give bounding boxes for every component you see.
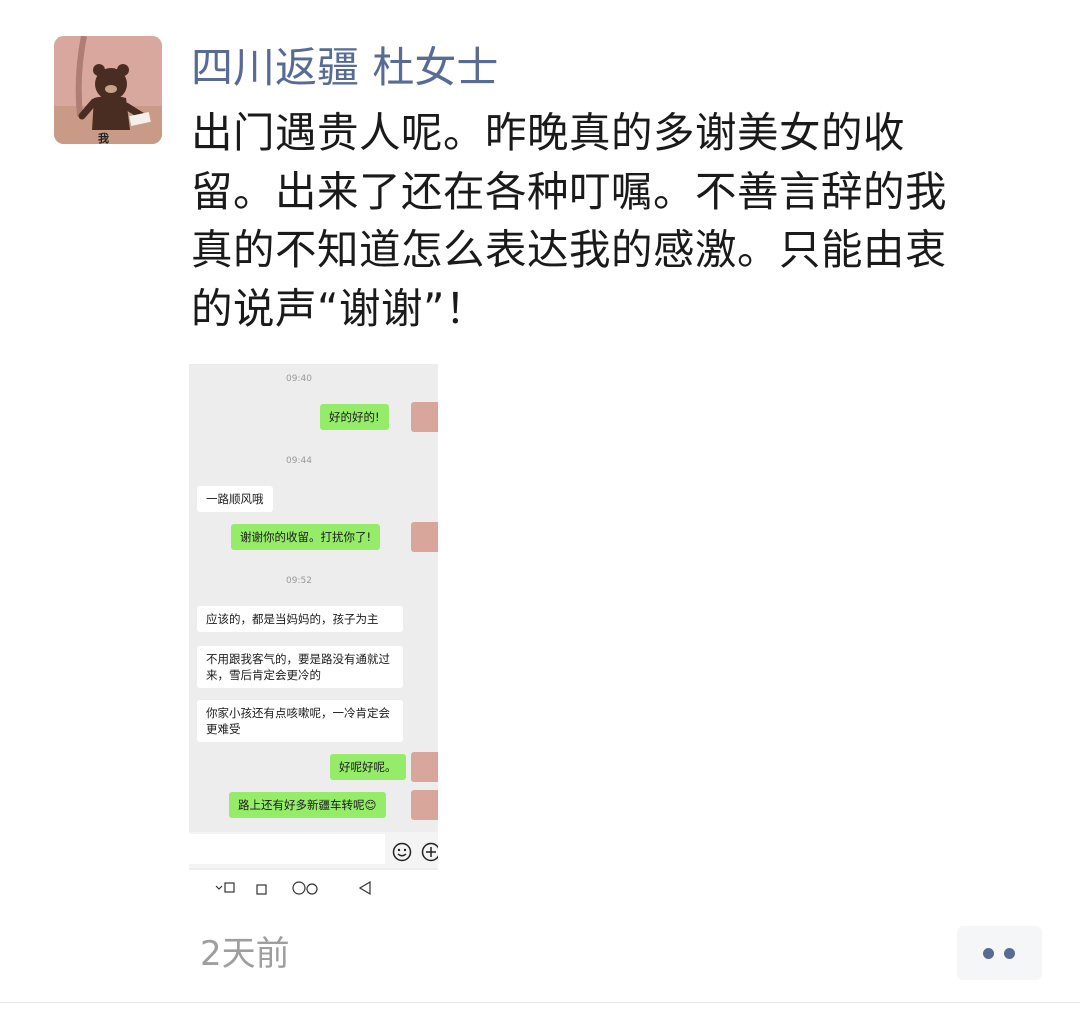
more-actions-button[interactable] — [957, 926, 1042, 980]
chat-bubble-in: 你家小孩还有点咳嗽呢，一冷肯定会更难受 — [197, 700, 403, 742]
chat-bubble-in: 不用跟我客气的，要是路没有通就过来，雪后肯定会更冷的 — [197, 646, 403, 688]
recent-nav-icon — [215, 882, 235, 893]
chat-bubble-out: 谢谢你的收留。打扰你了! — [231, 524, 381, 550]
square-nav-icon — [256, 884, 267, 895]
back-nav-icon — [358, 880, 371, 896]
chat-avatar — [411, 522, 438, 552]
chat-avatar — [411, 402, 438, 432]
chat-input-field — [189, 834, 385, 864]
author-name[interactable]: 四川返疆 杜女士 — [191, 38, 498, 98]
bear-avatar-icon — [54, 36, 162, 144]
post-text-line: 留。出来了还在各种叮嘱。不善言辞的我 — [191, 166, 948, 216]
post-time: 2天前 — [200, 934, 290, 974]
post-text-line: 真的不知道怎么表达我的感激。只能由衷 — [191, 225, 948, 274]
chat-timestamp: 09:52 — [286, 576, 312, 586]
post-text-line: 出门遇贵人呢。昨晚真的多谢美女的收 — [191, 108, 906, 157]
post-text: 出门遇贵人呢。昨晚真的多谢美女的收 留。出来了还在各种叮嘱。不善言辞的我 真的不… — [191, 104, 1031, 338]
plus-icon — [421, 842, 438, 862]
chat-bubble-out: 路上还有好多新疆车转呢😊 — [229, 792, 386, 818]
chat-screenshot-image[interactable]: 09:40 好的好的! 09:44 一路顺风哦 谢谢你的收留。打扰你了! 09:… — [189, 364, 438, 904]
home-nav-icon — [292, 881, 318, 895]
author-avatar[interactable]: 我 — [54, 36, 162, 144]
chat-timestamp: 09:40 — [286, 374, 312, 384]
chat-avatar — [411, 790, 438, 820]
chat-bubble-out: 好的好的! — [320, 404, 389, 430]
avatar-caption: 我 — [98, 132, 109, 144]
chat-bubble-in: 一路顺风哦 — [197, 486, 273, 512]
chat-timestamp: 09:44 — [286, 456, 312, 466]
post-text-line: 的说声“谢谢”！ — [191, 283, 488, 333]
chat-bubble-in: 应该的，都是当妈妈的，孩子为主 — [197, 606, 403, 632]
chat-bubble-out: 好呢好呢。 — [330, 754, 406, 780]
emoji-icon — [392, 842, 412, 862]
post-divider — [0, 1002, 1080, 1003]
chat-avatar — [411, 752, 438, 782]
